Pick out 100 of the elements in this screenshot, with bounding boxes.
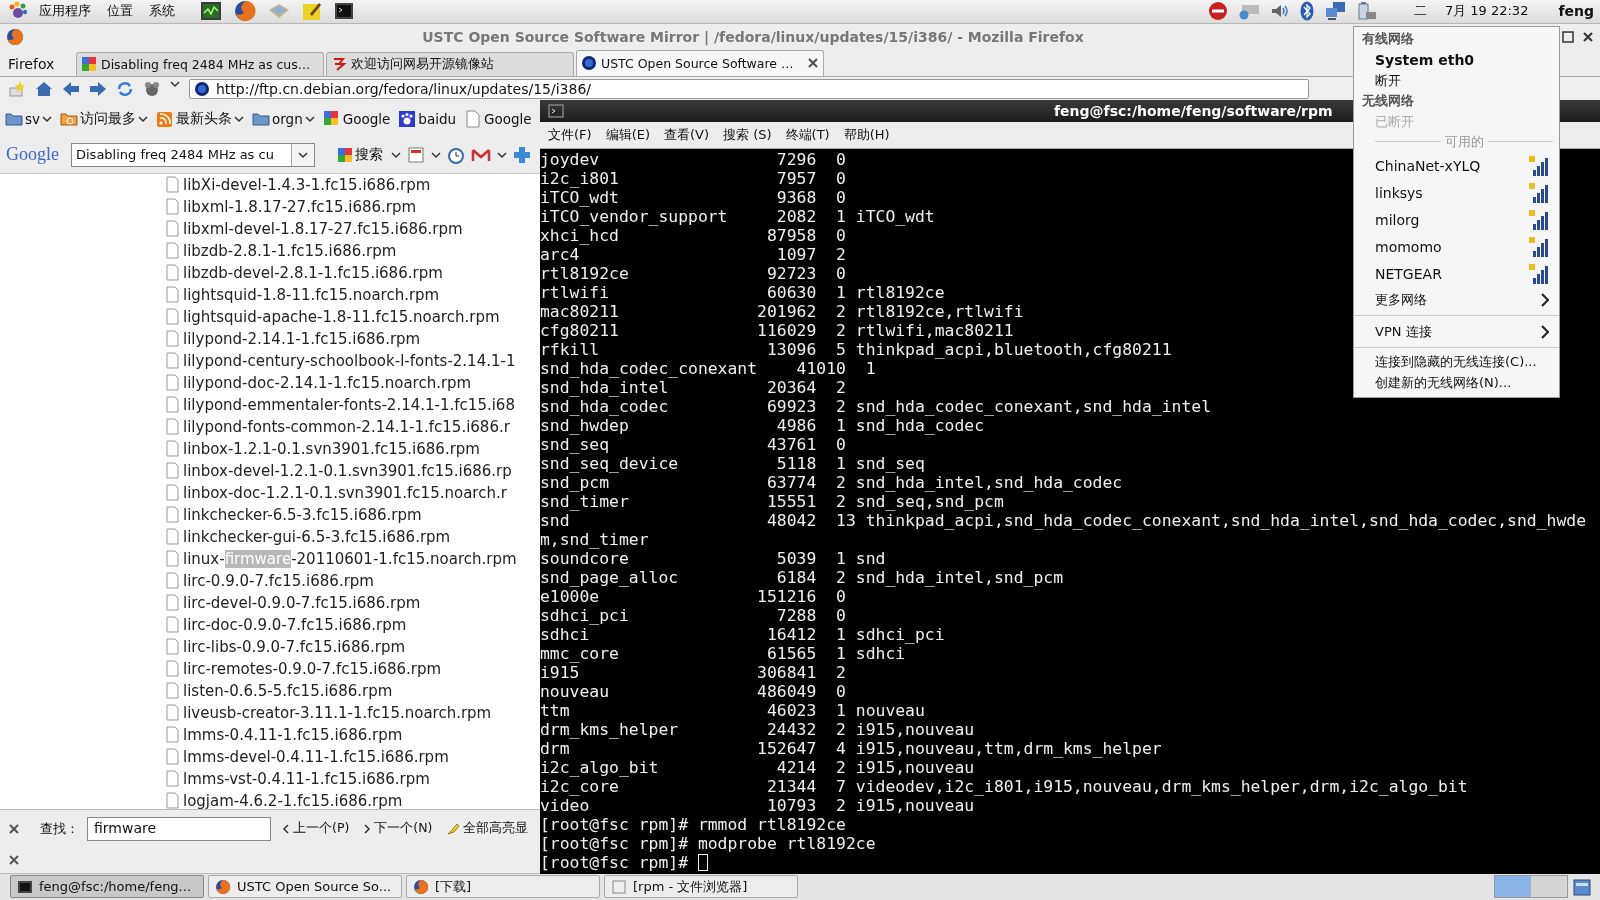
file-link[interactable]: libzdb-2.8.1-1.fc15.i686.rpm [183,241,397,260]
next-button[interactable]: 下一个(N) [360,820,436,838]
google-logo[interactable]: Google [6,144,59,166]
file-link[interactable]: linbox-1.2.1-0.1.svn3901.fc15.i686.rpm [183,439,480,458]
bookmark[interactable]: Google [464,109,532,128]
find-field[interactable]: firmware [87,816,271,841]
clock-icon[interactable] [447,145,465,164]
caret-icon[interactable] [170,79,180,88]
highlight-all-button[interactable]: 全部高亮显 [443,820,532,838]
taskbar-button[interactable]: feng@fsc:/home/feng... [10,875,204,899]
search-field[interactable]: Disabling freq 2484 MHz as cu [71,142,315,167]
file-link[interactable]: lmms-devel-0.4.11-1.fc15.i686.rpm [183,747,449,766]
network-item[interactable]: momomo [1354,233,1559,260]
file-link[interactable]: lightsquid-apache-1.8-11.fc15.noarch.rpm [183,307,500,326]
close-icon[interactable] [8,854,20,867]
file-link[interactable]: lilypond-2.14.1-1.fc15.i686.rpm [183,329,421,348]
file-link[interactable]: lmms-vst-0.4.11-1.fc15.i686.rpm [183,769,430,788]
network-computers-icon[interactable] [1323,1,1346,22]
firefox-icon[interactable] [234,0,256,23]
file-link[interactable]: lilypond-emmentaler-fonts-2.14.1-1.fc15.i68 [183,395,515,414]
file-link[interactable]: logjam-4.6.2-1.fc15.i686.rpm [183,791,403,809]
home-icon[interactable] [35,79,53,98]
file-link[interactable]: listen-0.6.5-5.fc15.i686.rpm [183,681,393,700]
network-item[interactable]: linksys [1354,179,1559,206]
stop-icon[interactable] [1207,1,1228,22]
user-name[interactable]: feng [1558,3,1594,20]
news-icon[interactable] [407,145,425,164]
file-link[interactable]: linbox-doc-1.2.1-0.1.svn3901.fc15.noarch.r [183,483,507,502]
menu-item[interactable]: 终端(T) [785,126,830,144]
mail-icon[interactable] [471,146,491,163]
file-link[interactable]: libxml-1.8.17-27.fc15.i686.rpm [183,197,417,216]
submenu-item[interactable]: 更多网络 [1354,287,1559,312]
close-icon[interactable] [8,822,20,835]
bookmark[interactable]: 最新头条 [156,109,245,128]
file-link[interactable]: liveusb-creator-3.11.1-1.fc15.noarch.rpm [183,703,492,722]
browser-tab[interactable]: 欢迎访问网易开源镜像站 [326,51,574,76]
file-link[interactable]: linux-firmware-20110601-1.fc15.noarch.rpm [183,549,517,568]
file-link[interactable]: lilypond-century-schoolbook-l-fonts-2.14.1-1 [183,351,516,370]
taskbar-button[interactable]: [下载] [406,875,600,899]
bookmark[interactable]: sv [5,109,53,128]
close-icon[interactable] [807,57,819,70]
taskbar-button[interactable]: USTC Open Source So... [208,875,402,899]
file-link[interactable]: linkchecker-6.5-3.fc15.i686.rpm [183,505,422,524]
firefox-menu-button[interactable]: Firefox [4,51,74,76]
panel-menu[interactable]: 系统 [144,2,180,21]
file-link[interactable]: lilypond-doc-2.14.1-1.fc15.noarch.rpm [183,373,472,392]
network-item[interactable]: milorg [1354,206,1559,233]
file-link[interactable]: lirc-devel-0.9.0-7.fc15.i686.rpm [183,593,421,612]
forward-icon[interactable] [89,79,107,98]
file-link[interactable]: lilypond-fonts-common-2.14.1-1.fc15.i686.r [183,417,510,436]
clock-weekday[interactable]: 二 [1413,2,1427,21]
file-link[interactable]: linbox-devel-1.2.1-0.1.svn3901.fc15.i686.rp [183,461,512,480]
bookmark[interactable]: orgn [252,109,315,128]
network-item[interactable]: NETGEAR [1354,260,1559,287]
file-link[interactable]: libxml-devel-1.8.17-27.fc15.i686.rpm [183,219,463,238]
battery-icon[interactable] [1355,1,1378,22]
trash-icon[interactable] [1572,876,1592,897]
taskbar-button[interactable]: [rpm - 文件浏览器] [604,875,798,899]
clock-datetime[interactable]: 7月 19 22:32 [1444,2,1529,21]
menu-item[interactable]: 文件(F) [548,126,592,144]
file-link[interactable]: lightsquid-1.8-11.fc15.noarch.rpm [183,285,440,304]
previous-button[interactable]: 上一个(P) [279,820,353,838]
menu-item[interactable]: 创建新的无线网络(N)... [1354,372,1559,393]
puzzle-icon[interactable] [513,145,531,164]
address-field[interactable]: http://ftp.cn.debian.org/fedora/linux/updates/15/i386/ [189,78,1309,99]
menu-item[interactable]: System eth0 [1354,49,1559,70]
menu-item[interactable]: 帮助(H) [843,126,890,144]
browser-tab[interactable]: USTC Open Source Software … [576,49,824,76]
network-item[interactable]: ChinaNet-xYLQ [1354,152,1559,179]
close-icon[interactable] [1582,30,1594,43]
file-link[interactable]: lirc-doc-0.9.0-7.fc15.i686.rpm [183,615,407,634]
panel-menu[interactable]: 位置 [102,2,138,21]
browser-tab[interactable]: Disabling freq 2484 MHz as cus… [76,51,324,76]
bookmark[interactable]: baidu [398,109,457,128]
file-link[interactable]: lirc-remotes-0.9.0-7.fc15.i686.rpm [183,659,442,678]
system-monitor-icon[interactable] [200,1,222,22]
caret-icon[interactable] [497,150,507,159]
star-page-icon[interactable] [8,79,26,98]
workspace-switcher[interactable] [1494,875,1568,899]
maximize-icon[interactable] [1562,30,1574,43]
menu-item[interactable]: 断开 [1354,70,1559,91]
bookmark[interactable]: Google [322,109,391,128]
reload-icon[interactable] [116,79,134,98]
menu-item[interactable]: 搜索 (S) [723,126,772,144]
menu-item[interactable]: 连接到隐藏的无线连接(C)... [1354,351,1559,372]
submenu-item[interactable]: VPN 连接 [1354,319,1559,344]
bookmark[interactable]: 访问最多 [60,109,149,128]
caret-icon[interactable] [391,150,401,159]
file-link[interactable]: libXi-devel-1.4.3-1.fc15.i686.rpm [183,175,431,194]
panel-menu[interactable]: 应用程序 [34,2,96,21]
menu-item[interactable]: 编辑(E) [605,126,650,144]
notepad-icon[interactable] [302,1,322,22]
file-link[interactable]: lirc-0.9.0-7.fc15.i686.rpm [183,571,374,590]
file-link[interactable]: lmms-0.4.11-1.fc15.i686.rpm [183,725,403,744]
file-link[interactable]: libzdb-devel-2.8.1-1.fc15.i686.rpm [183,263,443,282]
file-link[interactable]: linkchecker-gui-6.5-3.fc15.i686.rpm [183,527,451,546]
back-icon[interactable] [62,79,80,98]
menu-item[interactable]: 查看(V) [664,126,710,144]
file-link[interactable]: lirc-libs-0.9.0-7.fc15.i686.rpm [183,637,406,656]
search-button[interactable]: 搜索 [335,145,385,164]
